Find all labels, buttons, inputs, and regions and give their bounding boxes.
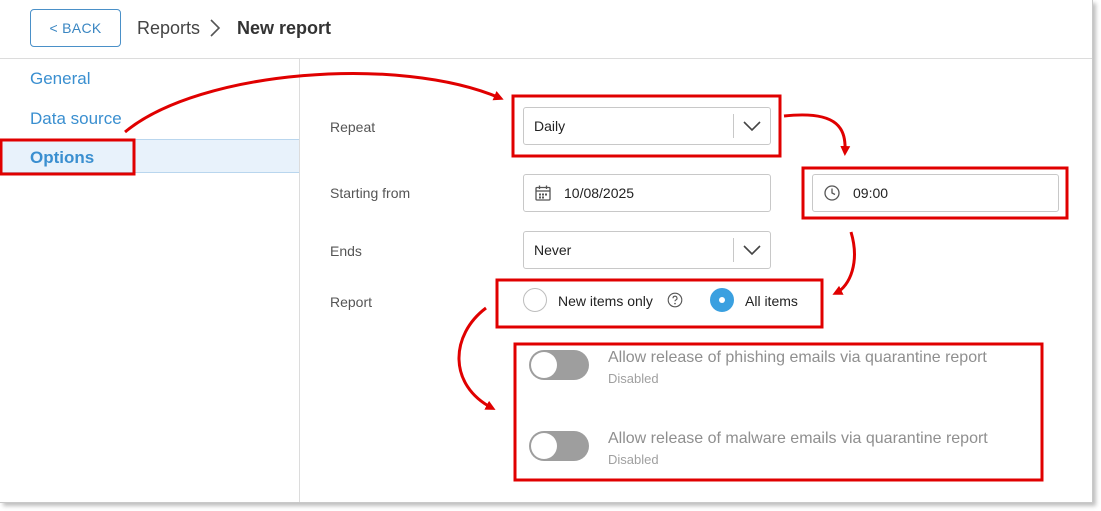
toggle-malware-release[interactable] <box>529 431 589 461</box>
start-date-input[interactable]: 10/08/2025 <box>523 174 771 212</box>
help-circle-icon[interactable] <box>667 292 683 308</box>
radio-all-items[interactable] <box>710 288 734 312</box>
repeat-label: Repeat <box>330 119 376 135</box>
chevron-right-icon <box>210 19 221 37</box>
clock-icon <box>824 185 840 201</box>
toggle-phishing-title: Allow release of phishing emails via qua… <box>608 349 987 366</box>
dropdown-arrow-icon <box>743 121 761 132</box>
page-title: New report <box>237 18 332 38</box>
toggle-phishing-status: Disabled <box>608 371 659 386</box>
toggle-knob <box>531 352 557 378</box>
toggle-malware-title: Allow release of malware emails via quar… <box>608 430 988 447</box>
dropdown-divider <box>733 114 734 138</box>
radio-all-items-label[interactable]: All items <box>745 293 798 309</box>
ends-dropdown[interactable]: Never <box>523 231 771 269</box>
start-date-value: 10/08/2025 <box>564 185 635 201</box>
toggle-malware-status: Disabled <box>608 452 659 467</box>
repeat-value: Daily <box>534 118 566 134</box>
toggle-knob <box>531 433 557 459</box>
app-window: < BACK Reports New report General Data s… <box>0 0 1093 503</box>
ends-label: Ends <box>330 243 362 259</box>
start-time-input[interactable]: 09:00 <box>812 174 1059 212</box>
sidebar-item-label: Options <box>30 148 95 167</box>
radio-new-items-only[interactable] <box>523 288 547 312</box>
dropdown-arrow-icon <box>743 245 761 256</box>
breadcrumb-reports[interactable]: Reports <box>137 18 200 39</box>
radio-new-items-only-label[interactable]: New items only <box>558 293 653 309</box>
report-label: Report <box>330 294 373 310</box>
toggle-phishing-release[interactable] <box>529 350 589 380</box>
sidebar-item-options[interactable]: Options <box>0 139 299 173</box>
repeat-dropdown[interactable]: Daily <box>523 107 771 145</box>
sidebar: General Data source Options <box>0 59 300 502</box>
back-button[interactable]: < BACK <box>30 9 121 47</box>
sidebar-item-data-source[interactable]: Data source <box>30 109 122 129</box>
sidebar-item-general[interactable]: General <box>30 69 90 89</box>
ends-value: Never <box>534 242 572 258</box>
page-header: < BACK Reports New report <box>0 0 1092 59</box>
dropdown-divider <box>733 238 734 262</box>
calendar-icon <box>535 185 551 201</box>
starting-from-label: Starting from <box>330 185 411 201</box>
start-time-value: 09:00 <box>853 185 889 201</box>
